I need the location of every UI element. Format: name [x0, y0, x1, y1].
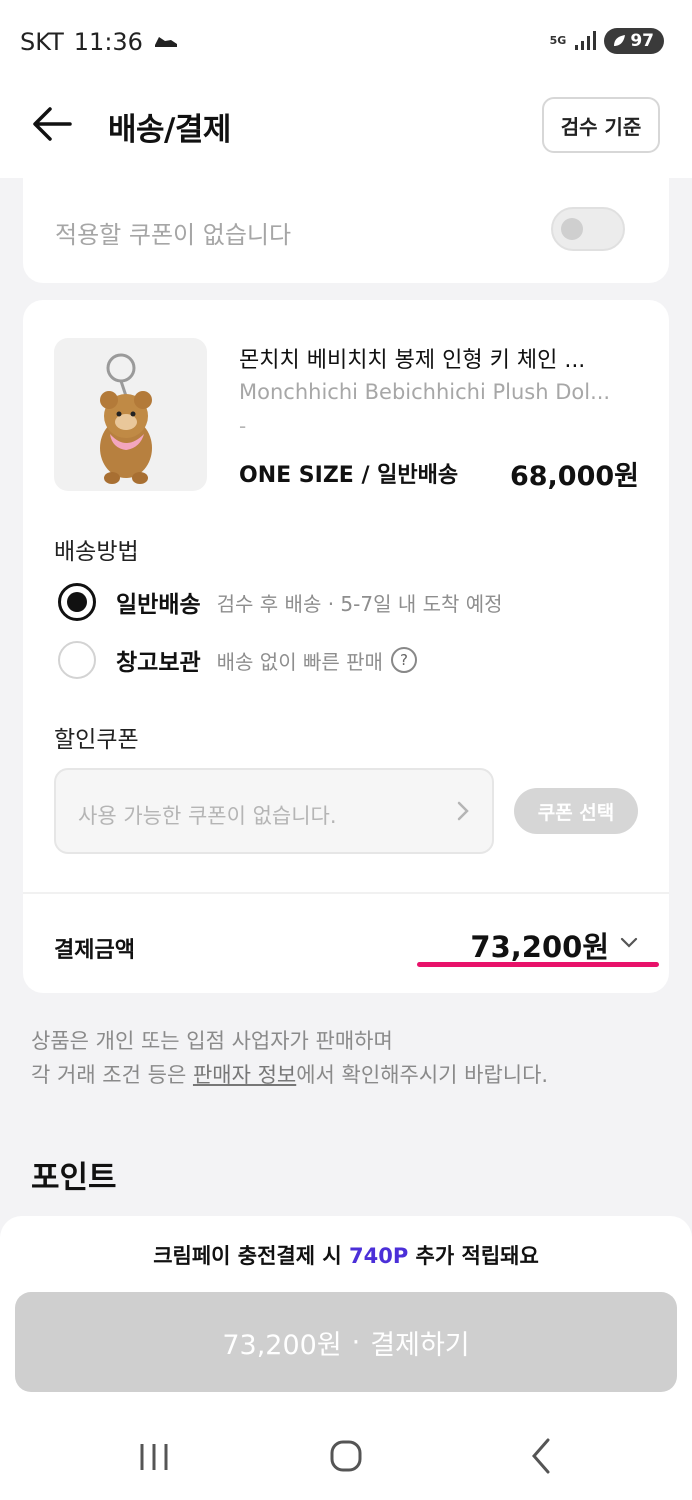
home-icon[interactable] — [316, 1426, 376, 1486]
radio-unselected[interactable] — [58, 641, 96, 679]
carrier: SKT — [20, 28, 64, 56]
coupon-select-field[interactable]: 사용 가능한 쿠폰이 없습니다. — [54, 768, 494, 854]
shipping-option-title: 일반배송 — [116, 592, 201, 618]
coupon-toggle-card: 적용할 쿠폰이 없습니다 — [23, 175, 669, 283]
status-left: SKT 11:36 — [20, 28, 179, 56]
product-model-no: - — [239, 414, 247, 438]
promo-points: 740P — [349, 1244, 409, 1268]
product-name-en: Monchhichi Bebichhichi Plush Dol... — [239, 380, 611, 404]
network-icon: 5G — [549, 34, 567, 47]
recent-apps-icon[interactable] — [124, 1426, 184, 1486]
inspection-criteria-button[interactable]: 검수 기준 — [542, 97, 660, 153]
notice-line-1: 상품은 개인 또는 입점 사업자가 판매하며 — [31, 1029, 393, 1053]
status-bar: SKT 11:36 5G 97 — [0, 0, 692, 80]
chevron-down-icon[interactable] — [619, 932, 639, 952]
battery-leaf-icon — [614, 35, 626, 46]
page-title: 배송/결제 — [108, 112, 231, 148]
total-label: 결제금액 — [54, 938, 135, 963]
shipping-option-subtitle: 검수 후 배송 · 5-7일 내 도착 예정 — [216, 591, 503, 616]
back-arrow-icon[interactable] — [30, 102, 74, 146]
status-right: 5G 97 — [550, 28, 664, 54]
pay-label: 결제하기 — [370, 1329, 470, 1361]
discount-coupon-label: 할인쿠폰 — [54, 727, 139, 753]
app-bar: 배송/결제 검수 기준 — [0, 80, 692, 178]
notice-suffix: 에서 확인해주시기 바랍니다. — [296, 1063, 549, 1087]
notice-line-2: 각 거래 조건 등은 판매자 정보에서 확인해주시기 바랍니다. — [31, 1058, 548, 1092]
coupon-toggle[interactable] — [551, 207, 625, 251]
bottom-pay-bar: 크림페이 충전결제 시 740P 추가 적립돼요 73,200원 · 결제하기 — [0, 1216, 692, 1500]
points-section-title: 포인트 — [31, 1160, 117, 1196]
product-name[interactable]: 몬치치 베비치치 봉제 인형 키 체인 ... — [239, 342, 643, 374]
clock: 11:36 — [73, 28, 143, 56]
promo-text: 크림페이 충전결제 시 740P 추가 적립돼요 — [0, 1240, 692, 1270]
highlight-underline — [417, 962, 659, 967]
pay-amount: 73,200원 — [222, 1329, 342, 1361]
no-coupon-text: 적용할 쿠폰이 없습니다 — [55, 221, 292, 249]
battery-indicator: 97 — [604, 28, 664, 54]
shipping-method-label: 배송방법 — [54, 539, 139, 565]
notice-prefix: 각 거래 조건 등은 — [31, 1063, 193, 1087]
shipping-option-warehouse[interactable]: 창고보관 배송 없이 빠른 판매 ? — [58, 641, 417, 679]
promo-prefix: 크림페이 충전결제 시 — [153, 1244, 350, 1268]
product-price: 68,000원 — [509, 461, 639, 492]
pay-separator: · — [351, 1326, 361, 1358]
divider — [23, 892, 669, 894]
plush-keychain-image — [100, 353, 152, 484]
select-coupon-button[interactable]: 쿠폰 선택 — [514, 788, 638, 834]
product-image[interactable] — [54, 338, 207, 491]
sneaker-icon — [154, 37, 177, 47]
battery-level: 97 — [630, 31, 654, 51]
coupon-placeholder: 사용 가능한 쿠폰이 없습니다. — [78, 804, 337, 828]
chevron-right-icon — [457, 801, 469, 821]
order-card: 몬치치 베비치치 봉제 인형 키 체인 ... Monchhichi Bebic… — [23, 300, 669, 993]
back-icon[interactable] — [512, 1426, 572, 1486]
system-nav-bar — [0, 1426, 692, 1486]
seller-notice: 상품은 개인 또는 입점 사업자가 판매하며 각 거래 조건 등은 판매자 정보… — [31, 1024, 548, 1092]
promo-suffix: 추가 적립돼요 — [408, 1244, 539, 1268]
help-icon[interactable]: ? — [390, 647, 417, 673]
radio-selected[interactable] — [58, 583, 96, 621]
shipping-option-title: 창고보관 — [116, 650, 201, 676]
shipping-option-subtitle: 배송 없이 빠른 판매 — [216, 649, 383, 674]
total-amount[interactable]: 73,200원 — [470, 924, 609, 966]
signal-icon — [575, 31, 597, 50]
seller-info-link[interactable]: 판매자 정보 — [193, 1063, 296, 1087]
shipping-option-normal[interactable]: 일반배송 검수 후 배송 · 5-7일 내 도착 예정 — [58, 583, 503, 621]
pay-button[interactable]: 73,200원 · 결제하기 — [15, 1292, 677, 1392]
product-option: ONE SIZE / 일반배송 — [239, 463, 459, 488]
